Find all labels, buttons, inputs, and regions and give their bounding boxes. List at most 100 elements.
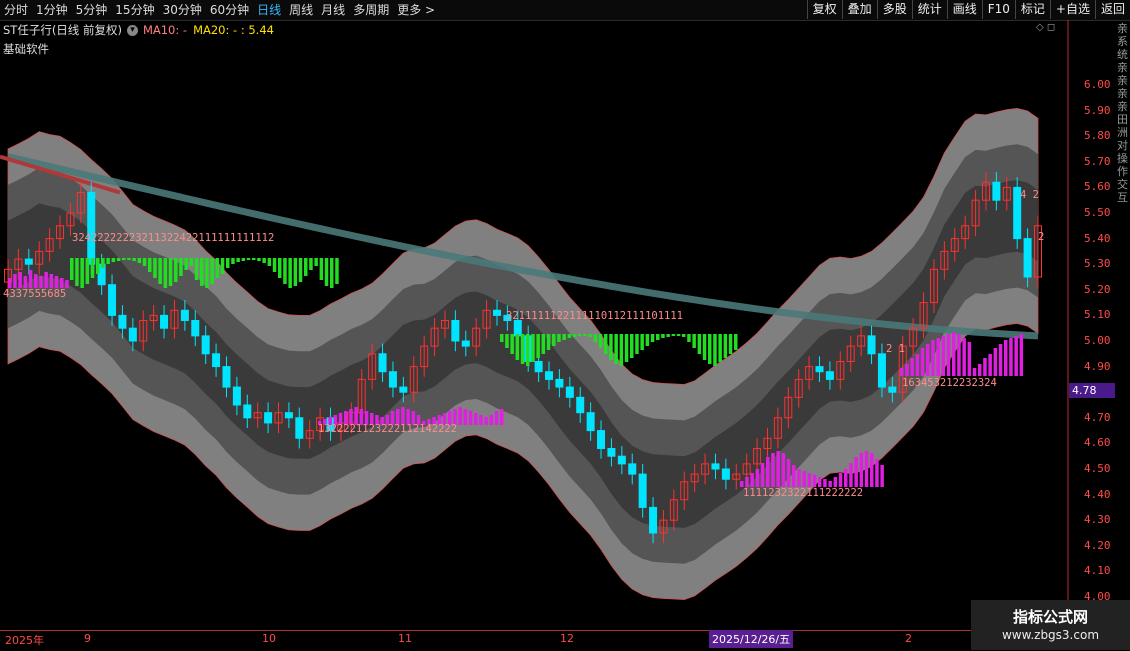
indicator-bar [70,258,74,280]
indicator-bar [132,258,136,261]
candle-body [180,309,189,322]
indicator-bar [106,258,110,264]
indicator-bar [650,334,655,342]
candle-body [128,327,137,342]
indicator-bar [526,334,530,366]
candle-body [461,340,470,347]
indicator-bar [101,258,105,268]
indicator-bar [205,258,209,288]
indicator-bar [900,368,904,376]
indicator-bar [920,348,925,376]
indicator-bar [619,334,624,366]
indicator-bar [823,479,827,487]
price-tick: 4.60 [1084,436,1111,450]
indicator-bar [786,459,791,487]
indicator-bar [630,334,634,358]
price-tick: 5.80 [1084,129,1111,143]
indicator-bar [797,469,801,487]
indicator-bar [972,368,977,376]
indicator-bar [241,258,246,261]
indicator-bar [708,334,712,364]
indicator-bar [458,407,462,425]
indicator-bar [1019,334,1024,376]
watermark-url: www.zbgs3.com [1001,628,1100,642]
candle-body [628,463,637,475]
indicator-bar [85,258,90,284]
indicator-bar [111,258,116,262]
indicator-bar [314,258,318,266]
candle-body [992,181,1001,201]
indicator-bar [781,453,786,487]
indicator-bar [978,364,982,376]
candle-body [545,371,554,380]
counter-label: 4 2 [1020,189,1039,201]
indicator-bar [552,334,556,346]
indicator-bar [168,258,173,286]
price-tick: 4.70 [1084,410,1111,424]
counter-label: 2 1 [886,343,905,355]
indicator-bar [288,258,292,288]
indicator-bar [520,334,525,364]
indicator-bar [236,258,240,262]
indicator-bar [957,334,961,376]
candle-body [597,430,606,450]
indicator-bar [854,457,858,487]
indicator-bar [1004,340,1008,376]
price-tick: 5.00 [1084,334,1111,347]
indicator-bar [127,258,131,260]
price-tick: 4.20 [1084,538,1111,552]
indicator-bar [324,258,329,286]
indicator-bar [226,258,230,268]
indicator-bar [818,477,822,487]
indicator-bar [983,358,987,376]
indicator-bar [34,274,38,288]
indicator-bar [220,258,225,274]
indicator-bar [267,258,272,266]
date-tick: 12 [560,632,574,645]
candle-body [513,320,522,337]
indicator-bar [44,272,48,288]
price-tick: 5.90 [1084,103,1111,117]
indicator-bar [278,258,282,278]
indicator-bar [189,258,194,266]
indicator-bar [252,258,256,260]
indicator-bar [335,258,339,284]
indicator-bar [598,334,603,348]
indicator-bar [671,334,676,336]
counter-label: 163453212232324 [902,377,997,389]
indicator-bar [870,453,874,487]
indicator-bar [910,358,914,376]
indicator-bar [283,258,287,284]
candle-body [118,314,127,329]
candle-body [888,386,897,393]
indicator-bar [75,258,79,286]
indicator-bar [755,469,760,487]
candle-body [534,360,543,373]
indicator-bar [23,276,28,288]
indicator-bar [557,334,561,342]
indicator-bar [723,334,728,358]
indicator-bar [479,415,483,425]
price-tick: 5.50 [1084,206,1111,219]
price-tick: 4.10 [1084,564,1111,578]
indicator-bar [272,258,277,272]
indicator-bar [656,334,660,340]
indicator-bar [49,274,54,288]
right-side-strip: 亲系统亲亲亲亲田洲对操作交互 [1117,22,1128,204]
indicator-bar [718,334,722,362]
indicator-bar [875,459,879,487]
indicator-bar [562,334,566,340]
indicator-bar [967,342,972,376]
indicator-bar [666,334,670,337]
indicator-bar [993,348,998,376]
indicator-bar [572,334,577,337]
price-tick: 5.20 [1084,282,1111,296]
indicator-bar [676,334,681,336]
indicator-bar [158,258,162,284]
candle-body [399,386,408,393]
indicator-bar [215,258,220,278]
indicator-bar [200,258,204,286]
indicator-bar [463,409,468,425]
price-tick: 5.70 [1084,154,1111,168]
kline-chart[interactable]: 32422222223211322422111111111112 43375556… [0,0,1130,650]
